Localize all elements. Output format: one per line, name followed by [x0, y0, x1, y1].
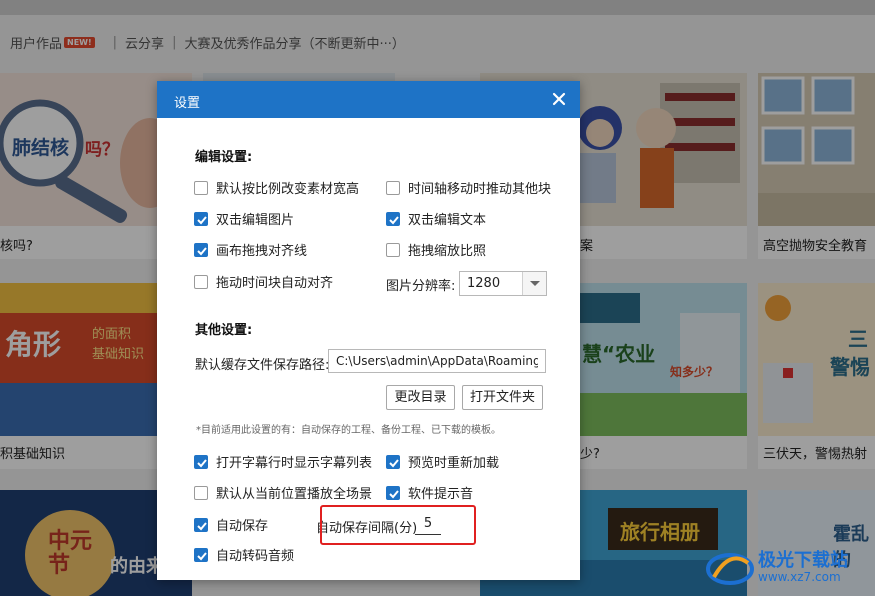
option-label: 拖拽缩放比照 [408, 244, 487, 259]
option-play-from-current[interactable]: 默认从当前位置播放全场景 [194, 483, 372, 502]
option-label: 默认按比例改变素材宽高 [216, 182, 360, 197]
option-label: 拖动时间块自动对齐 [216, 276, 334, 291]
dialog-header: 设置 [157, 81, 580, 118]
checkbox-checked-icon[interactable] [194, 242, 208, 257]
watermark-url: www.xz7.com [758, 570, 841, 584]
option-preview-reload[interactable]: 预览时重新加载 [386, 452, 499, 471]
checkbox-checked-icon[interactable] [194, 211, 208, 226]
option-label: 预览时重新加载 [408, 456, 500, 471]
option-sound-prompt[interactable]: 软件提示音 [386, 483, 473, 502]
option-dblclick-text[interactable]: 双击编辑文本 [386, 209, 486, 228]
option-label: 画布拖拽对齐线 [216, 244, 308, 259]
option-label: 双击编辑文本 [408, 213, 487, 228]
option-label: 自动保存 [216, 519, 269, 534]
option-drag-scale-ratio[interactable]: 拖拽缩放比照 [386, 240, 486, 259]
highlight-box [320, 505, 476, 545]
option-label: 自动转码音频 [216, 549, 295, 564]
checkbox-checked-icon[interactable] [194, 454, 208, 469]
chevron-down-icon[interactable] [522, 272, 546, 295]
checkbox-checked-icon[interactable] [386, 211, 400, 226]
resolution-value: 1280 [467, 276, 501, 291]
option-canvas-align[interactable]: 画布拖拽对齐线 [194, 240, 307, 259]
checkbox-checked-icon[interactable] [386, 485, 400, 500]
option-scale-keep-ratio[interactable]: 默认按比例改变素材宽高 [194, 178, 359, 197]
option-label: 时间轴移动时推动其他块 [408, 182, 552, 197]
checkbox-icon[interactable] [194, 274, 208, 289]
option-drag-time-align[interactable]: 拖动时间块自动对齐 [194, 272, 333, 291]
checkbox-icon[interactable] [194, 485, 208, 500]
site-watermark: 极光下载站 www.xz7.com [700, 543, 870, 591]
other-settings-heading: 其他设置: [195, 323, 253, 338]
cache-path-field[interactable] [328, 349, 546, 373]
checkbox-icon[interactable] [194, 180, 208, 195]
option-timeline-push[interactable]: 时间轴移动时推动其他块 [386, 178, 551, 197]
option-subtitle-list[interactable]: 打开字幕行时显示字幕列表 [194, 452, 372, 471]
checkbox-checked-icon[interactable] [386, 454, 400, 469]
option-dblclick-image[interactable]: 双击编辑图片 [194, 209, 294, 228]
option-auto-transcode[interactable]: 自动转码音频 [194, 545, 294, 564]
logo-icon [706, 553, 754, 585]
option-label: 软件提示音 [408, 487, 474, 502]
option-label: 打开字幕行时显示字幕列表 [216, 456, 373, 471]
option-auto-save[interactable]: 自动保存 [194, 515, 268, 534]
checkbox-checked-icon[interactable] [194, 517, 208, 532]
close-icon[interactable] [548, 88, 570, 110]
settings-dialog: 设置 编辑设置: 默认按比例改变素材宽高 时间轴移动时推动其他块 双击编辑图片 … [157, 81, 580, 580]
option-label: 默认从当前位置播放全场景 [216, 487, 373, 502]
cache-path-label: 默认缓存文件保存路径: [195, 358, 330, 373]
resolution-label: 图片分辨率: [386, 279, 456, 294]
checkbox-checked-icon[interactable] [194, 547, 208, 562]
edit-settings-heading: 编辑设置: [195, 150, 253, 165]
dialog-title: 设置 [174, 96, 201, 111]
checkbox-icon[interactable] [386, 180, 400, 195]
open-folder-button[interactable]: 打开文件夹 [462, 385, 543, 410]
checkbox-icon[interactable] [386, 242, 400, 257]
resolution-select[interactable]: 1280 [459, 271, 547, 296]
change-directory-button[interactable]: 更改目录 [386, 385, 455, 410]
watermark-text: 极光下载站 [758, 550, 848, 571]
option-label: 双击编辑图片 [216, 213, 295, 228]
settings-note: *目前适用此设置的有：自动保存的工程、备份工程、已下载的模板。 [196, 425, 501, 436]
